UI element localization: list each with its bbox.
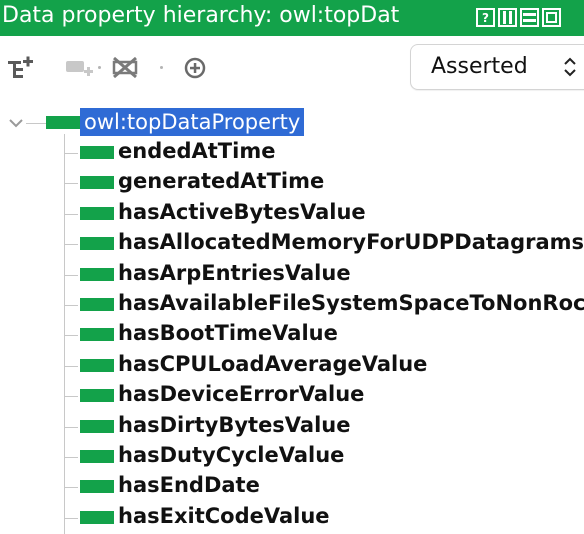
data-property-icon: [80, 450, 114, 463]
tree-item-label: hasAllocatedMemoryForUDPDatagrams: [118, 230, 584, 255]
add-sibling-property-icon[interactable]: [64, 52, 94, 82]
tree-connector: [64, 426, 78, 428]
tree-connector: [64, 517, 78, 519]
data-property-icon: [80, 146, 114, 159]
tree-item-label: hasDeviceErrorValue: [118, 382, 365, 407]
tree-item[interactable]: hasDirtyBytesValue: [0, 412, 584, 442]
tree-connector: [64, 244, 78, 246]
tree-item-label: hasBootTimeValue: [118, 321, 338, 346]
tree-item[interactable]: hasExitCodeValue: [0, 503, 584, 533]
data-property-icon: [80, 510, 114, 524]
window-controls: ?: [476, 8, 561, 27]
tree-item[interactable]: hasEndDate: [0, 472, 584, 502]
tree-connector: [64, 274, 78, 276]
tree-item[interactable]: hasArpEntriesValue: [0, 260, 584, 290]
root-property-label: owl:topDataProperty: [80, 108, 305, 136]
tree-connector: [64, 305, 78, 306]
tree-item-label: hasDutyCycleValue: [118, 443, 345, 467]
tree-connector: [64, 153, 78, 154]
tree-item-label: hasCPULoadAverageValue: [118, 351, 428, 376]
data-property-tree: owl:topDataProperty endedAtTime generated…: [0, 100, 584, 534]
data-property-icon: [46, 116, 80, 129]
tree-item-label: endedAtTime: [118, 139, 276, 163]
view-mode-label: Asserted: [431, 54, 528, 79]
data-property-icon: [80, 328, 114, 342]
data-property-icon: [80, 298, 114, 311]
data-property-icon: [80, 176, 114, 190]
data-property-icon: [80, 237, 114, 251]
data-property-icon: [80, 389, 114, 403]
tree-item[interactable]: hasDeviceErrorValue: [0, 381, 584, 411]
tree-connector: [64, 487, 78, 489]
data-property-icon: [80, 206, 114, 220]
tree-connector: [64, 365, 78, 367]
tree-item[interactable]: hasCPULoadAverageValue: [0, 351, 584, 381]
chevron-down-icon[interactable]: [8, 117, 24, 129]
window-title: Data property hierarchy: owl:topDat: [2, 3, 400, 28]
tree-item-label: hasDirtyBytesValue: [118, 412, 351, 437]
tree-item[interactable]: generatedAtTime: [0, 168, 584, 198]
tree-item-label: hasEndDate: [118, 473, 260, 498]
tree-connector: [26, 123, 46, 124]
data-property-icon: [80, 419, 114, 433]
tree-item-label: hasActiveBytesValue: [118, 199, 366, 224]
chevron-updown-icon: [564, 57, 576, 77]
delete-property-icon[interactable]: [110, 52, 140, 82]
tree-connector: [64, 457, 78, 458]
data-property-icon: [80, 480, 114, 494]
toolbar-separator: [160, 66, 163, 69]
data-property-icon: [80, 358, 114, 372]
tree-item[interactable]: hasActiveBytesValue: [0, 199, 584, 229]
add-subproperty-icon[interactable]: [6, 52, 36, 82]
data-property-icon: [80, 267, 114, 281]
tree-item[interactable]: hasAllocatedMemoryForUDPDatagrams: [0, 229, 584, 259]
tree-item[interactable]: hasDutyCycleValue: [0, 442, 584, 472]
svg-text:?: ?: [482, 11, 489, 25]
tree-item-label: generatedAtTime: [118, 169, 325, 194]
tree-item-label: hasAvailableFileSystemSpaceToNonRoc: [118, 291, 584, 315]
window-title-bar[interactable]: Data property hierarchy: owl:topDat ?: [0, 0, 584, 36]
tree-connector: [64, 335, 78, 337]
view-mode-select[interactable]: Asserted: [410, 44, 584, 90]
tree-item[interactable]: endedAtTime: [0, 138, 584, 168]
help-icon[interactable]: ?: [476, 8, 495, 27]
tree-root-row[interactable]: owl:topDataProperty: [0, 108, 584, 138]
tree-item[interactable]: hasAvailableFileSystemSpaceToNonRoc: [0, 290, 584, 320]
split-horizontal-icon[interactable]: [520, 8, 539, 27]
tree-item-label: hasExitCodeValue: [118, 503, 330, 528]
maximize-icon[interactable]: [542, 8, 561, 27]
split-vertical-icon[interactable]: [498, 8, 517, 27]
tree-item[interactable]: hasBootTimeValue: [0, 320, 584, 350]
find-icon[interactable]: [180, 52, 210, 82]
tree-connector: [64, 183, 78, 185]
tree-item-label: hasArpEntriesValue: [118, 260, 351, 285]
tree-connector: [64, 213, 78, 215]
hierarchy-toolbar: Asserted: [0, 36, 584, 100]
toolbar-separator: [98, 66, 101, 69]
tree-connector: [64, 396, 78, 398]
